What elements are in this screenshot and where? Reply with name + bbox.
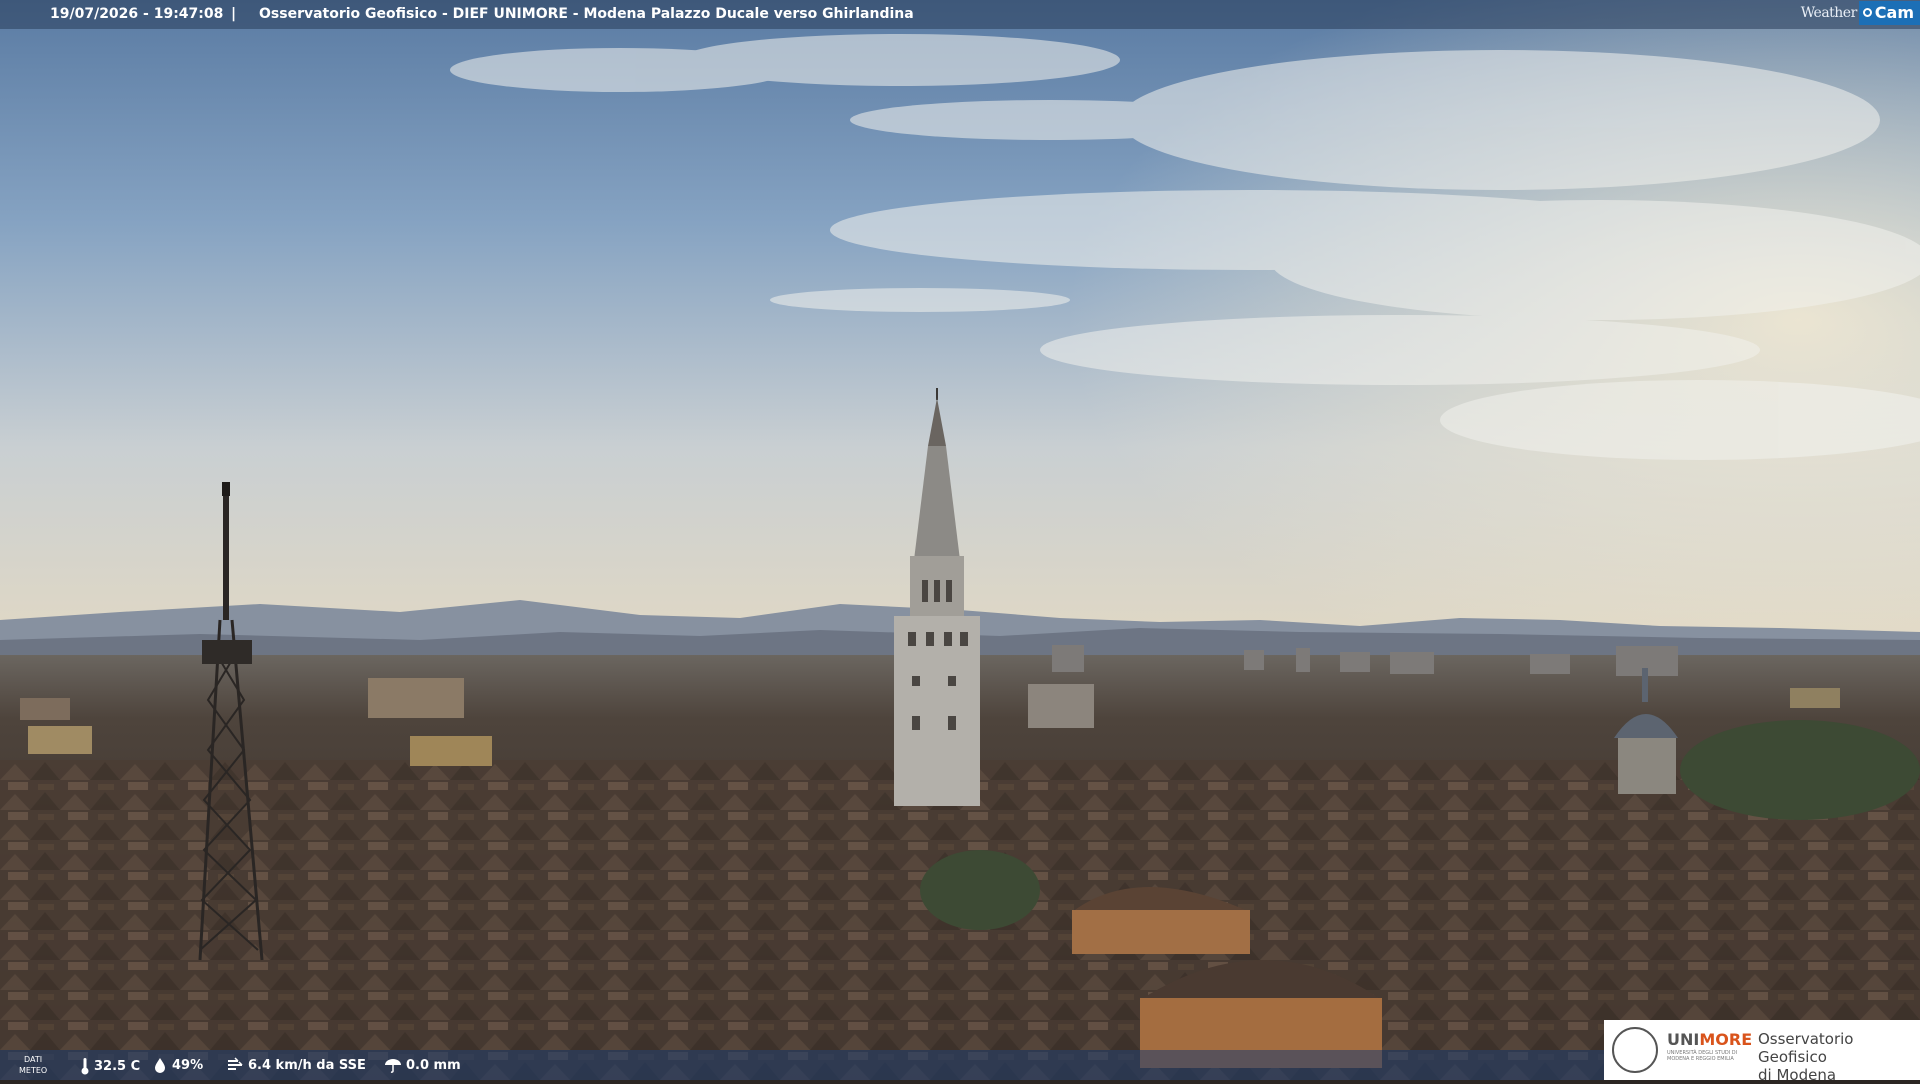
meteo-data-label: DATI METEO (19, 1055, 48, 1075)
weathercam-logo: Weather Cam (1801, 0, 1920, 26)
rain-umbrella-icon (385, 1059, 401, 1073)
wind-value: 6.4 km/h da SSE (248, 1057, 366, 1073)
humidity-readout: 49% (152, 1057, 203, 1073)
thermometer-icon (81, 1058, 89, 1075)
rain-value: 0.0 mm (406, 1057, 461, 1073)
top-info-bar: 19/07/2026 - 19:47:08 | Osservatorio Geo… (0, 0, 1920, 29)
wind-icon (228, 1057, 243, 1070)
university-fullname: UNIVERSITÀ DEGLI STUDI DI MODENA E REGGI… (1667, 1050, 1738, 1062)
weathercam-logo-cam: Cam (1858, 1, 1920, 25)
camera-title: Osservatorio Geofisico - DIEF UNIMORE - … (259, 6, 914, 22)
temperature-value: 32.5 C (94, 1058, 141, 1074)
camera-lens-icon (1862, 8, 1872, 17)
unimore-wordmark: UNIMORE (1667, 1030, 1753, 1049)
humidity-drop-icon (155, 1058, 165, 1073)
unimore-seal-icon (1612, 1027, 1658, 1073)
humidity-value: 49% (172, 1057, 204, 1073)
title-separator: | (231, 6, 237, 22)
unimore-logo-panel: UNIMORE UNIVERSITÀ DEGLI STUDI DI MODENA… (1604, 1020, 1920, 1084)
rain-readout: 0.0 mm (384, 1057, 461, 1073)
observatory-name: Osservatorio Geofisico di Modena (1758, 1030, 1854, 1084)
webcam-image (0, 0, 1920, 1080)
datetime-stamp: 19/07/2026 - 19:47:08 (50, 6, 224, 22)
weathercam-logo-weather: Weather (1800, 5, 1858, 21)
wind-readout: 6.4 km/h da SSE (226, 1057, 366, 1073)
temperature-readout: 32.5 C (80, 1057, 140, 1075)
